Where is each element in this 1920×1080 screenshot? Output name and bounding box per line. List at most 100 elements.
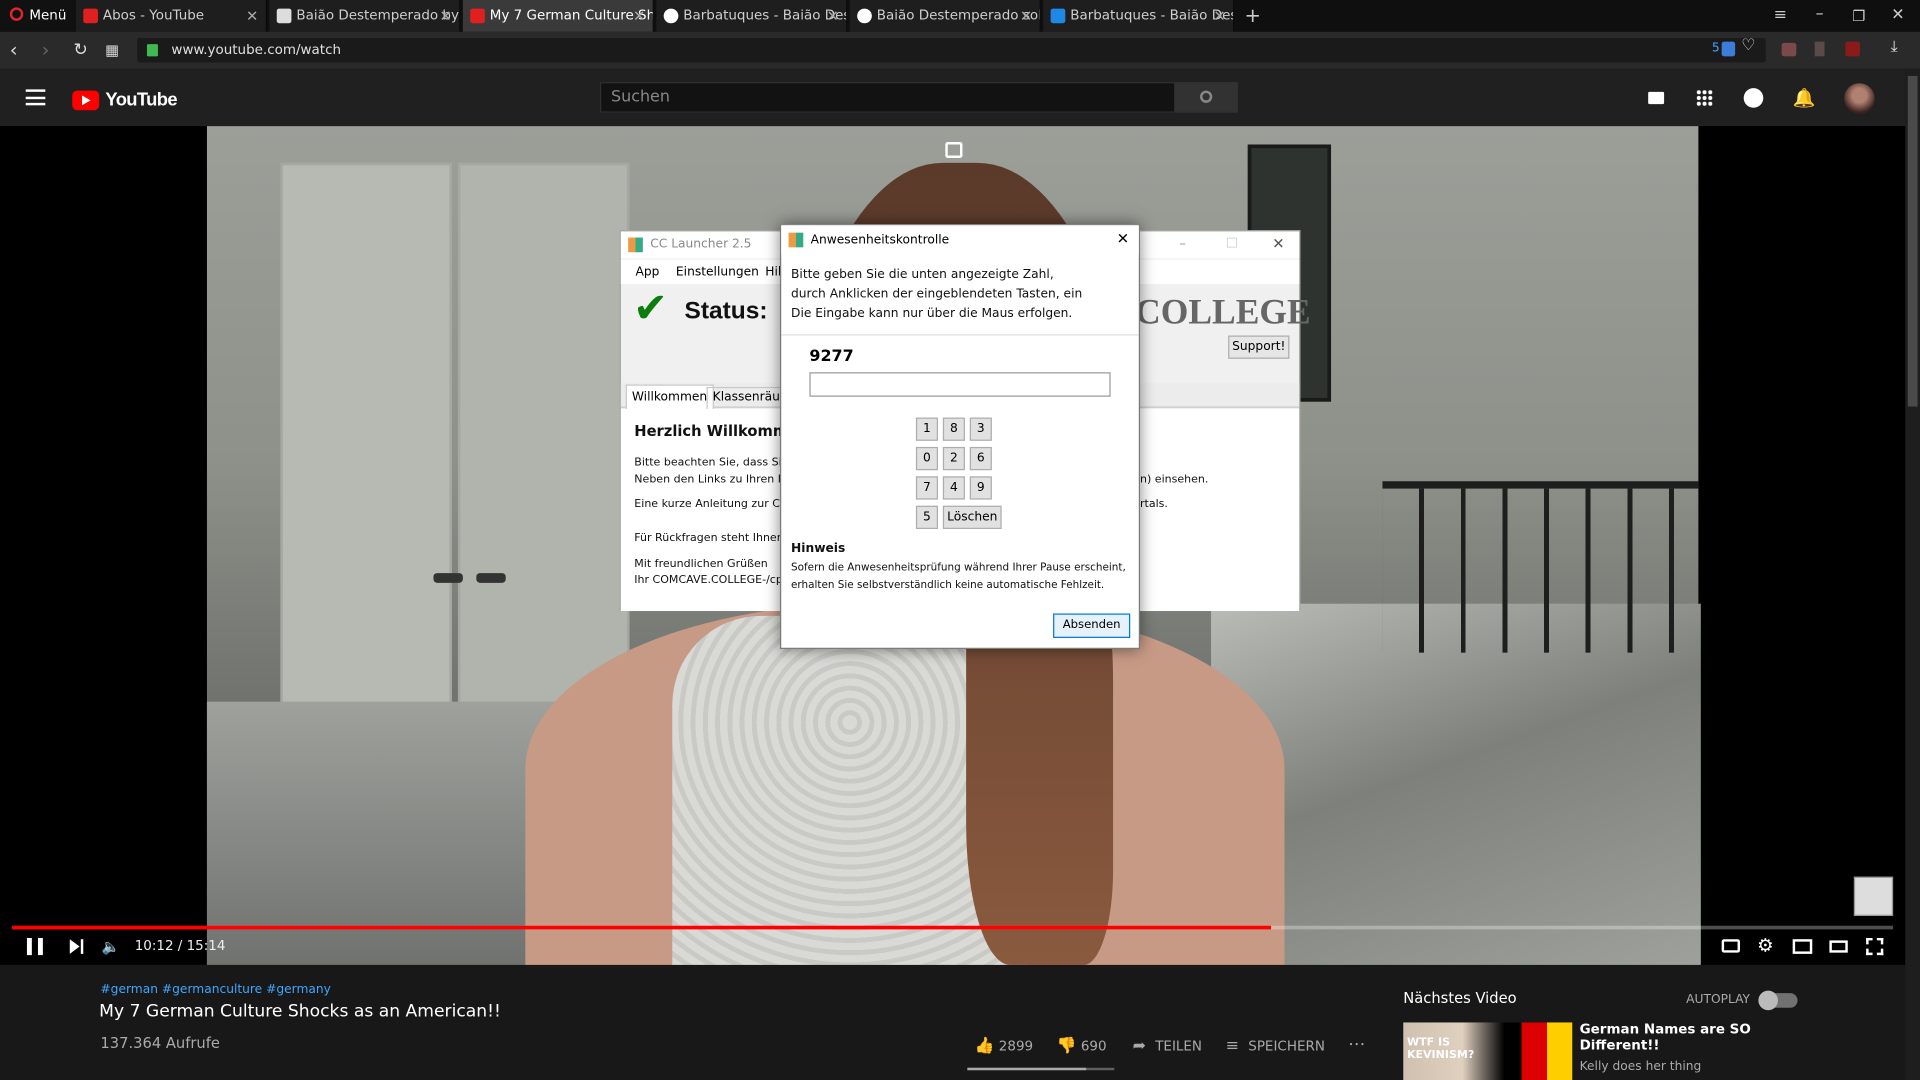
key-0[interactable]: 0 (915, 446, 938, 471)
close-tab-icon[interactable]: ✕ (826, 0, 838, 32)
miniplayer-icon[interactable] (1792, 939, 1813, 954)
key-8[interactable]: 8 (942, 417, 965, 441)
next-video-title[interactable]: German Names are SO Different!! (1580, 1021, 1776, 1053)
submit-button[interactable]: Absenden (1053, 613, 1131, 638)
avatar[interactable] (1844, 83, 1875, 114)
dislike-button[interactable]: 👎 690 (1057, 1037, 1107, 1057)
autoplay-toggle[interactable] (1758, 990, 1798, 1011)
theater-mode-icon[interactable] (1829, 940, 1848, 953)
extension-icon[interactable] (1781, 42, 1797, 57)
key-3[interactable]: 3 (969, 417, 992, 441)
key-5[interactable]: 5 (915, 505, 938, 529)
url-field[interactable]: www.youtube.com/watch (137, 37, 1766, 63)
miniplayer-popout-icon[interactable] (945, 142, 963, 158)
close-tab-icon[interactable]: ✕ (440, 0, 452, 32)
close-window-icon[interactable]: ✕ (1888, 0, 1908, 32)
new-tab-icon[interactable]: + (1242, 0, 1264, 32)
close-tab-icon[interactable]: ✕ (633, 0, 645, 32)
close-tab-icon[interactable]: ✕ (1213, 0, 1225, 32)
apps-grid-icon[interactable] (1695, 89, 1714, 107)
tab-willkommen[interactable]: Willkommen (625, 384, 714, 411)
extension-icon[interactable] (1814, 41, 1825, 57)
tab-barbatuques-1[interactable]: Barbatuques - Baião Deste ✕ (656, 0, 848, 32)
dialog-titlebar: Anwesenheitskontrolle ✕ (781, 225, 1139, 255)
launcher-minimize-icon[interactable]: – (1179, 235, 1186, 251)
launcher-close-icon[interactable]: ✕ (1272, 235, 1284, 252)
welcome-line: Eine kurze Anleitung zur CC (634, 498, 788, 511)
dialog-close-icon[interactable]: ✕ (1117, 230, 1129, 247)
support-button[interactable]: Support! (1228, 335, 1290, 359)
channel-watermark[interactable] (1853, 876, 1894, 916)
save-button[interactable]: ≡ SPEICHERN (1226, 1037, 1325, 1057)
tab-label: Baião Destemperado solo (876, 7, 1041, 24)
tab-baiao-solo[interactable]: Baião Destemperado solo ✕ (849, 0, 1041, 32)
minimize-window-icon[interactable]: – (1810, 0, 1830, 32)
hint-line: Sofern die Anwesenheitsprüfung während I… (791, 562, 1126, 575)
welcome-line: Mit freundlichen Grüßen (634, 558, 768, 571)
create-video-icon[interactable] (1648, 91, 1665, 105)
subtitles-icon[interactable] (1721, 939, 1741, 953)
launcher-app-icon (628, 237, 643, 253)
speed-dial-icon[interactable]: ▦ (105, 38, 125, 62)
tab-barbatuques-2[interactable]: Barbatuques - Baião Deste ✕ (1043, 0, 1235, 32)
ublock-icon[interactable] (1845, 41, 1861, 57)
restore-window-icon[interactable]: ❐ (1849, 0, 1869, 32)
menu-app[interactable]: App (636, 266, 660, 279)
search-input[interactable]: Suchen (600, 82, 1176, 113)
close-tab-icon[interactable]: ✕ (1020, 0, 1032, 32)
key-2[interactable]: 2 (942, 446, 965, 471)
next-video-thumbnail[interactable]: WTF IS KEVINISM? (1403, 1022, 1573, 1080)
bookmark-heart-icon[interactable]: ♡ (1741, 37, 1755, 55)
welcome-line: Neben den Links zu Ihren Kl (634, 473, 789, 487)
menu-einstellungen[interactable]: Einstellungen (676, 266, 759, 279)
next-video-channel[interactable]: Kelly does her thing (1580, 1060, 1702, 1073)
key-7[interactable]: 7 (915, 476, 938, 500)
instruction-line: Die Eingabe kann nur über die Maus erfol… (791, 307, 1073, 321)
menu-hilfe[interactable]: Hil (765, 266, 781, 279)
save-label: SPEICHERN (1248, 1038, 1325, 1055)
notifications-bell-icon[interactable]: 🔔 (1793, 87, 1816, 109)
share-button[interactable]: ➦ TEILEN (1133, 1037, 1202, 1057)
status-check-icon: ✔ (633, 284, 668, 334)
presence-check-dialog: Anwesenheitskontrolle ✕ Bitte geben Sie … (780, 224, 1141, 649)
key-1[interactable]: 1 (915, 417, 938, 441)
back-icon[interactable]: ‹ (10, 38, 30, 62)
next-video-icon[interactable] (69, 939, 85, 954)
reload-icon[interactable]: ↻ (73, 38, 93, 62)
launcher-maximize-icon[interactable]: ☐ (1226, 235, 1238, 251)
tab-klassenraeume[interactable]: Klassenräume (706, 386, 783, 409)
key-6[interactable]: 6 (969, 446, 992, 471)
tab-baiao-destemperado[interactable]: Baião Destemperado by B ✕ (269, 0, 461, 32)
tab-german-culture-shocks[interactable]: My 7 German Culture Sho ✕ (462, 0, 654, 32)
volume-icon[interactable]: 🔈 (102, 938, 120, 955)
close-tab-icon[interactable]: ✕ (246, 0, 258, 32)
welcome-heading: Herzlich Willkomm (634, 422, 789, 440)
pause-icon[interactable] (26, 937, 43, 956)
forward-icon[interactable]: › (42, 38, 62, 62)
number-input[interactable] (809, 372, 1111, 397)
settings-gear-icon[interactable]: ⚙ (1757, 934, 1773, 956)
extension-shield-icon[interactable] (1721, 41, 1736, 57)
youtube-logo[interactable]: YouTube (72, 87, 178, 110)
messages-icon[interactable] (1743, 88, 1764, 108)
like-button[interactable]: 👍 2899 (975, 1037, 1033, 1057)
like-ratio-fill (967, 1067, 1087, 1071)
tab-menu-icon[interactable]: ≡ (1771, 0, 1791, 32)
download-icon[interactable]: ⤓ (1891, 38, 1898, 56)
browser-menu-button[interactable]: Menü (0, 0, 74, 32)
key-9[interactable]: 9 (969, 476, 992, 500)
thumbs-down-icon: 👎 (1056, 1037, 1077, 1056)
hint-heading: Hinweis (791, 542, 846, 556)
fullscreen-icon[interactable] (1866, 937, 1884, 956)
tab-abos-youtube[interactable]: Abos - YouTube ✕ (75, 0, 267, 32)
delete-button[interactable]: Löschen (942, 505, 1002, 529)
tab-label: Barbatuques - Baião Deste (1070, 7, 1235, 24)
hamburger-menu-icon[interactable] (25, 89, 46, 106)
search-button[interactable] (1174, 82, 1238, 113)
scrollbar[interactable] (1905, 68, 1920, 1080)
lock-icon (146, 44, 158, 57)
key-4[interactable]: 4 (942, 476, 965, 500)
view-count: 137.364 Aufrufe (100, 1034, 220, 1052)
video-hashtags[interactable]: #german #germanculture #germany (100, 983, 331, 996)
more-actions-icon[interactable]: ⋯ (1348, 1035, 1365, 1055)
